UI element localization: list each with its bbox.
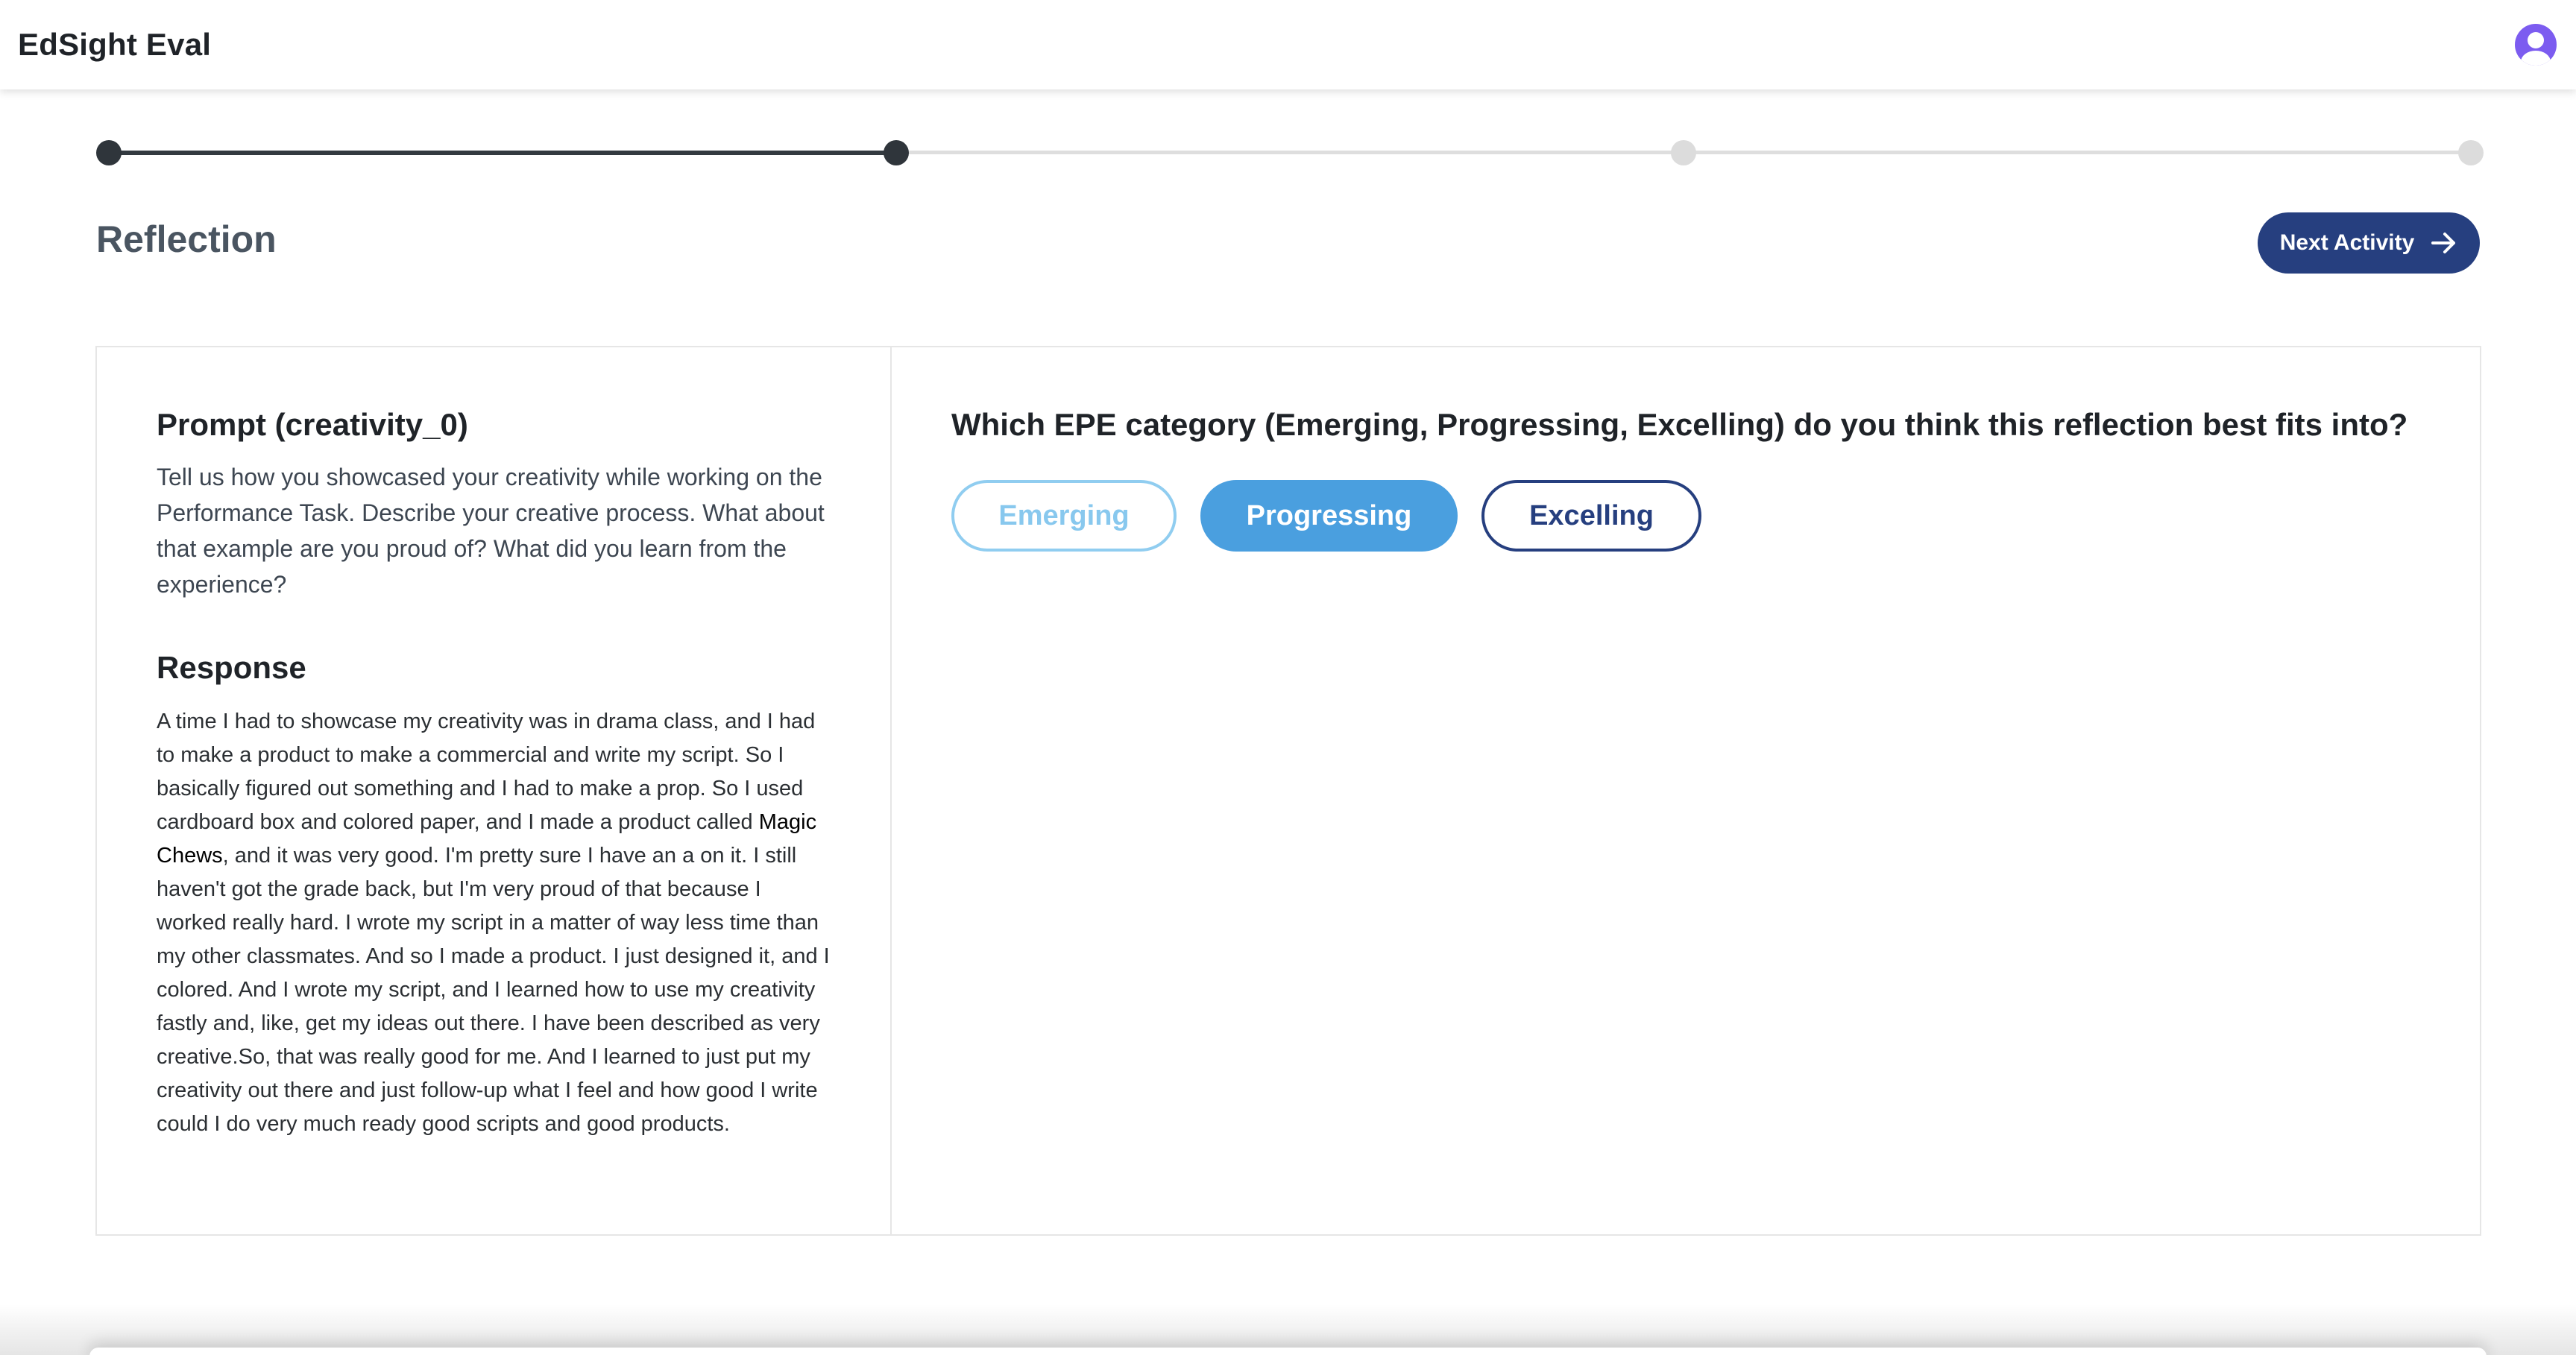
next-activity-button[interactable]: Next Activity (2258, 212, 2480, 274)
top-bar: EdSight Eval (0, 0, 2576, 89)
next-activity-label: Next Activity (2279, 230, 2415, 255)
option-progressing-button[interactable]: Progressing (1200, 480, 1458, 552)
option-emerging-button[interactable]: Emerging (951, 480, 1177, 552)
page-title: Reflection (96, 218, 277, 260)
option-excelling-button[interactable]: Excelling (1481, 480, 1701, 552)
arrow-right-icon (2431, 233, 2456, 253)
evaluation-panel: Prompt (creativity_0) Tell us how you sh… (95, 346, 2481, 1236)
epe-options: Emerging Progressing Excelling (951, 480, 2480, 552)
progress-stepper (96, 139, 2484, 165)
user-avatar-icon[interactable] (2515, 24, 2557, 66)
prompt-title: Prompt (creativity_0) (157, 407, 468, 442)
response-text-after: , and it was very good. I'm pretty sure … (157, 844, 830, 1136)
stepper-line-completed (108, 151, 898, 155)
prompt-response-column: Prompt (creativity_0) Tell us how you sh… (97, 347, 892, 1234)
step-3-dot[interactable] (1671, 140, 1696, 165)
app-title: EdSight Eval (18, 27, 212, 62)
question-column: Which EPE category (Emerging, Progressin… (892, 347, 2480, 1234)
response-title: Response (157, 650, 306, 685)
step-1-dot[interactable] (96, 140, 122, 165)
bottom-sheet-edge (89, 1348, 2487, 1355)
step-4-dot[interactable] (2458, 140, 2484, 165)
question-text: Which EPE category (Emerging, Progressin… (951, 407, 2408, 442)
avatar-body-shape (2521, 51, 2551, 66)
response-text: A time I had to showcase my creativity w… (157, 705, 831, 1141)
avatar-head-shape (2528, 32, 2544, 48)
response-text-before: A time I had to showcase my creativity w… (157, 710, 816, 834)
step-2-dot[interactable] (884, 140, 909, 165)
prompt-text: Tell us how you showcased your creativit… (157, 464, 825, 598)
